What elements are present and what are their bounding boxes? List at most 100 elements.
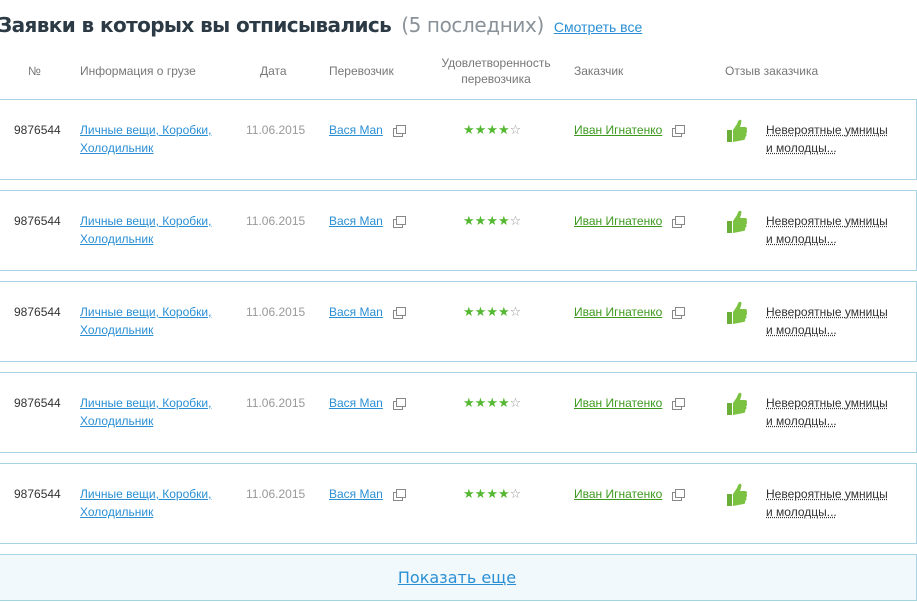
cargo-info-link[interactable]: Личные вещи, Коробки, Холодильник (80, 212, 211, 248)
review-link[interactable]: Невероятные умницы и молодцы... (766, 485, 906, 521)
review-line1[interactable]: Невероятные умницы (766, 487, 888, 501)
column-header-num: № (28, 64, 41, 78)
table-row: 9876544 Личные вещи, Коробки, Холодильник 1… (0, 281, 917, 362)
order-number: 9876544 (14, 305, 61, 319)
copy-icon[interactable] (672, 124, 686, 137)
star-icon: ★ (463, 213, 475, 228)
table-row: 9876544 Личные вещи, Коробки, Холодильник 1… (0, 99, 917, 180)
order-date: 11.06.2015 (246, 487, 306, 501)
cargo-info-line1[interactable]: Личные вещи, Коробки, (80, 305, 211, 319)
show-more-link[interactable]: Показать еще (398, 568, 516, 587)
customer-link[interactable]: Иван Игнатенко (574, 303, 662, 321)
star-icon: ☆ (509, 395, 522, 410)
carrier-link[interactable]: Вася Man (329, 303, 383, 321)
star-icon: ★ (497, 395, 510, 410)
carrier-link[interactable]: Вася Man (329, 485, 383, 503)
customer-link[interactable]: Иван Игнатенко (574, 485, 662, 503)
review-link[interactable]: Невероятные умницы и молодцы... (766, 394, 906, 430)
star-icon: ★ (463, 304, 475, 319)
cargo-info-link[interactable]: Личные вещи, Коробки, Холодильник (80, 485, 211, 521)
cargo-info-line1[interactable]: Личные вещи, Коробки, (80, 487, 211, 501)
review-line2[interactable]: и молодцы... (766, 141, 837, 155)
customer-link[interactable]: Иван Игнатенко (574, 212, 662, 230)
copy-icon[interactable] (672, 306, 686, 319)
review-line2[interactable]: и молодцы... (766, 414, 837, 428)
rating-stars: ★★★★☆ (463, 485, 521, 503)
cargo-info-link[interactable]: Личные вещи, Коробки, Холодильник (80, 121, 211, 157)
column-header-review: Отзыв заказчика (725, 64, 819, 78)
copy-icon[interactable] (672, 215, 686, 228)
cargo-info-line2[interactable]: Холодильник (80, 505, 153, 519)
carrier-link[interactable]: Вася Man (329, 212, 383, 230)
review-line2[interactable]: и молодцы... (766, 323, 837, 337)
carrier: Вася Man (329, 121, 406, 139)
review-link[interactable]: Невероятные умницы и молодцы... (766, 121, 906, 157)
customer-link[interactable]: Иван Игнатенко (574, 121, 662, 139)
review-line2[interactable]: и молодцы... (766, 505, 837, 519)
cargo-info-line1[interactable]: Личные вещи, Коробки, (80, 123, 211, 137)
carrier-link[interactable]: Вася Man (329, 394, 383, 412)
review-line2[interactable]: и молодцы... (766, 232, 837, 246)
column-header-carrier: Перевозчик (329, 64, 394, 78)
order-date: 11.06.2015 (246, 396, 306, 410)
copy-icon[interactable] (392, 306, 406, 319)
show-more-bar[interactable]: Показать еще (0, 554, 917, 601)
copy-icon[interactable] (392, 124, 406, 137)
cargo-info-line1[interactable]: Личные вещи, Коробки, (80, 214, 211, 228)
star-icon: ★ (486, 213, 498, 228)
thumbs-up-icon (727, 301, 748, 324)
star-icon: ★ (497, 304, 510, 319)
cargo-info-line2[interactable]: Холодильник (80, 323, 153, 337)
review-line1[interactable]: Невероятные умницы (766, 214, 888, 228)
thumbs-up-icon (727, 119, 748, 142)
copy-icon[interactable] (672, 488, 686, 501)
table-row: 9876544 Личные вещи, Коробки, Холодильник 1… (0, 190, 917, 271)
cargo-info-line1[interactable]: Личные вещи, Коробки, (80, 396, 211, 410)
star-icon: ☆ (509, 486, 522, 501)
copy-icon[interactable] (392, 215, 406, 228)
review-link[interactable]: Невероятные умницы и молодцы... (766, 212, 906, 248)
star-icon: ★ (486, 304, 498, 319)
see-all-link[interactable]: Смотреть все (554, 19, 642, 35)
star-icon: ★ (497, 213, 510, 228)
star-icon: ★ (474, 304, 487, 319)
review-line1[interactable]: Невероятные умницы (766, 305, 888, 319)
order-date: 11.06.2015 (246, 305, 306, 319)
thumbs-up-icon (727, 210, 748, 233)
customer: Иван Игнатенко (574, 394, 686, 412)
star-icon: ★ (474, 122, 487, 137)
thumbs-up-icon (727, 392, 748, 415)
review-link[interactable]: Невероятные умницы и молодцы... (766, 303, 906, 339)
copy-icon[interactable] (392, 397, 406, 410)
rating-stars: ★★★★☆ (463, 394, 521, 412)
cargo-info-link[interactable]: Личные вещи, Коробки, Холодильник (80, 394, 211, 430)
rating-stars: ★★★★☆ (463, 121, 521, 139)
star-icon: ★ (474, 213, 487, 228)
star-icon: ★ (474, 486, 487, 501)
order-number: 9876544 (14, 396, 61, 410)
review-line1[interactable]: Невероятные умницы (766, 123, 888, 137)
customer-link[interactable]: Иван Игнатенко (574, 394, 662, 412)
column-header-date: Дата (260, 64, 287, 78)
order-number: 9876544 (14, 214, 61, 228)
cargo-info-line2[interactable]: Холодильник (80, 141, 153, 155)
column-header-satisfaction: Удовлетворенность перевозчика (436, 55, 556, 87)
customer: Иван Игнатенко (574, 485, 686, 503)
cargo-info-line2[interactable]: Холодильник (80, 232, 153, 246)
copy-icon[interactable] (672, 397, 686, 410)
column-header-satisfaction-line2: перевозчика (461, 72, 531, 86)
cargo-info-line2[interactable]: Холодильник (80, 414, 153, 428)
copy-icon[interactable] (392, 488, 406, 501)
star-icon: ☆ (509, 304, 522, 319)
column-header-cargo: Информация о грузе (80, 64, 196, 78)
cargo-info-link[interactable]: Личные вещи, Коробки, Холодильник (80, 303, 211, 339)
star-icon: ☆ (509, 213, 522, 228)
star-icon: ★ (486, 486, 498, 501)
customer: Иван Игнатенко (574, 303, 686, 321)
star-icon: ★ (463, 395, 475, 410)
table-row: 9876544 Личные вещи, Коробки, Холодильник 1… (0, 463, 917, 544)
carrier-link[interactable]: Вася Man (329, 121, 383, 139)
review-line1[interactable]: Невероятные умницы (766, 396, 888, 410)
star-icon: ★ (486, 395, 498, 410)
column-header-satisfaction-line1: Удовлетворенность (441, 56, 551, 70)
